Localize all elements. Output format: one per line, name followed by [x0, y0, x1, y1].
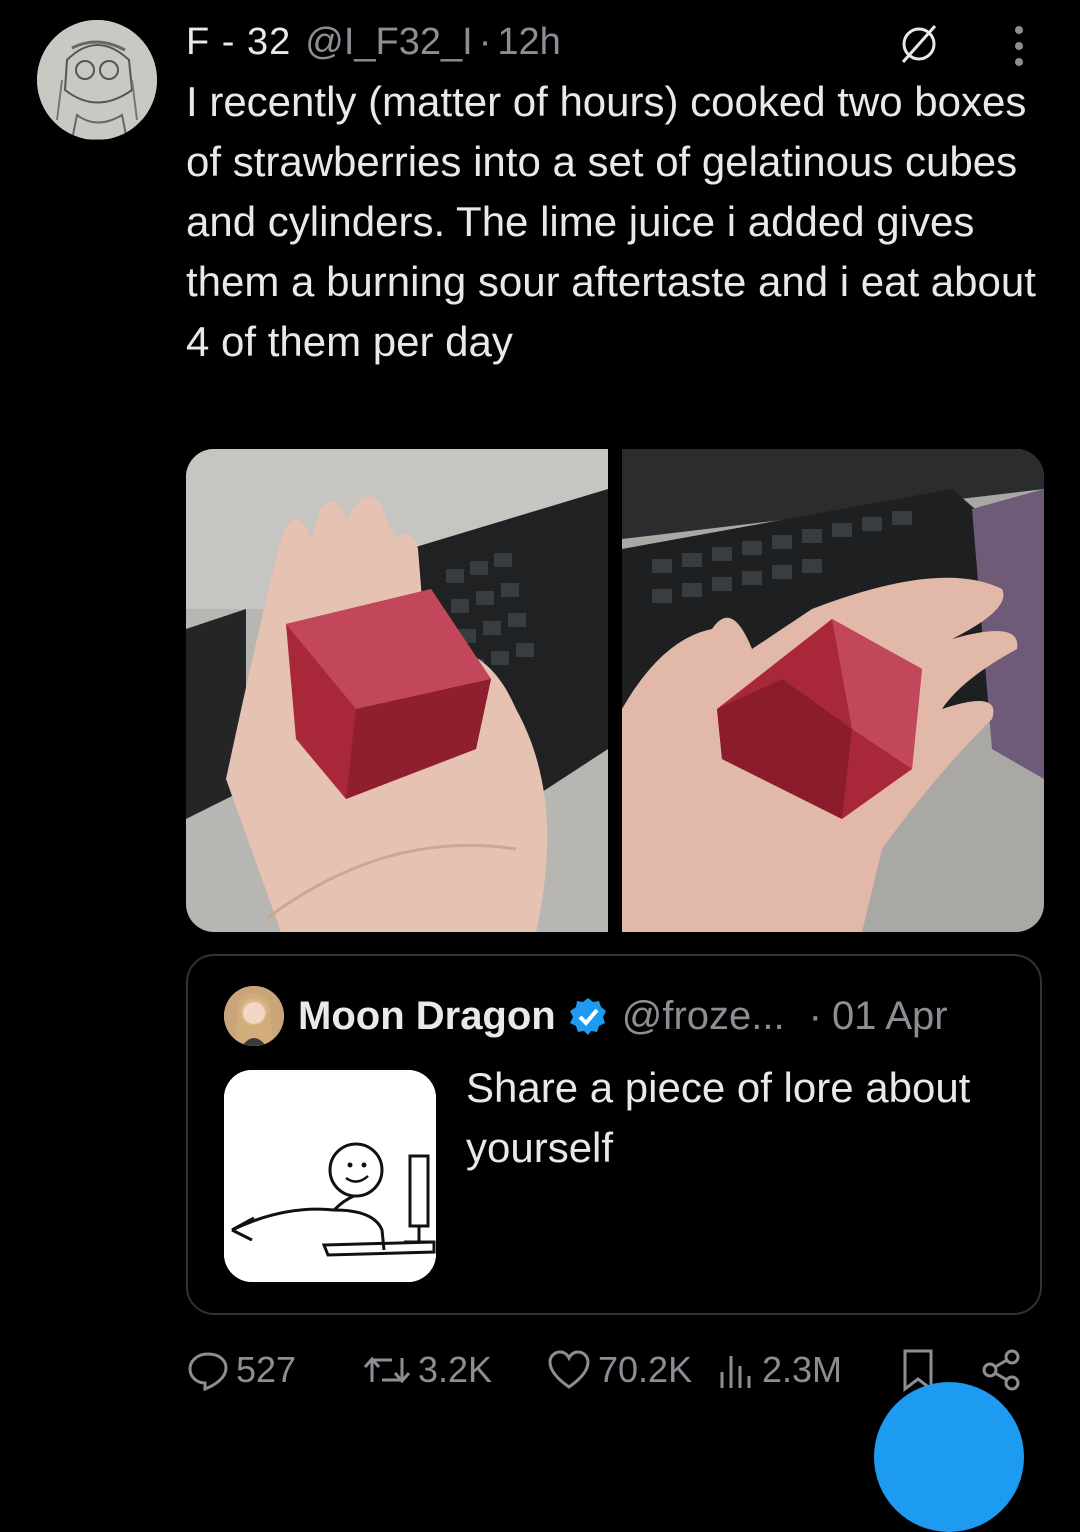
quoted-tweet-text: Share a piece of lore about yourself: [466, 1064, 971, 1171]
author-avatar[interactable]: [37, 20, 157, 140]
quoted-date: 01 Apr: [831, 993, 948, 1038]
quoted-image[interactable]: [224, 1070, 436, 1282]
like-count: 70.2K: [598, 1349, 693, 1390]
views-button[interactable]: 2.3M: [716, 1345, 842, 1395]
author-display-name[interactable]: F - 32: [186, 21, 291, 64]
retweet-icon: [363, 1356, 411, 1384]
quoted-separator: ·: [808, 993, 822, 1038]
retweet-count: 3.2K: [418, 1349, 493, 1390]
tweet-photo-1[interactable]: [186, 449, 608, 932]
quoted-author-handle[interactable]: @froze...: [622, 994, 785, 1039]
tweet-time[interactable]: 12h: [497, 21, 560, 64]
quoted-tweet[interactable]: Moon Dragon @froze... · 01 Apr Share a p…: [186, 954, 1042, 1315]
author-handle[interactable]: @I_F32_I: [305, 21, 472, 64]
share-icon: [982, 1349, 1020, 1391]
heart-icon: [548, 1350, 590, 1389]
reply-button[interactable]: 527: [186, 1345, 296, 1395]
reply-count: 527: [236, 1349, 297, 1390]
header-separator: ·: [478, 20, 492, 63]
no-symbol-icon: [901, 25, 937, 63]
views-icon: [720, 1356, 751, 1388]
tweet-actions: 527 3.2K 70.2K 2.3M: [186, 1345, 1046, 1395]
tweet-media: [186, 449, 1044, 932]
tweet-header: F - 32 @I_F32_I · 12h: [186, 18, 561, 66]
quoted-tweet-header: Moon Dragon @froze... · 01 Apr: [224, 986, 948, 1046]
share-button[interactable]: [980, 1345, 1030, 1395]
quoted-author-name[interactable]: Moon Dragon: [298, 994, 556, 1039]
verified-badge-icon: [569, 998, 606, 1035]
quoted-author-avatar[interactable]: [224, 986, 284, 1046]
retweet-button[interactable]: 3.2K: [362, 1345, 492, 1395]
views-count: 2.3M: [762, 1349, 843, 1390]
like-button[interactable]: 70.2K: [546, 1345, 692, 1395]
more-options-icon[interactable]: [1004, 22, 1034, 70]
tweet-photo-2[interactable]: [622, 449, 1044, 932]
tweet-text: I recently (matter of hours) cooked two …: [186, 78, 1036, 365]
reply-icon: [188, 1352, 228, 1392]
compose-fab-button[interactable]: [874, 1382, 1024, 1532]
